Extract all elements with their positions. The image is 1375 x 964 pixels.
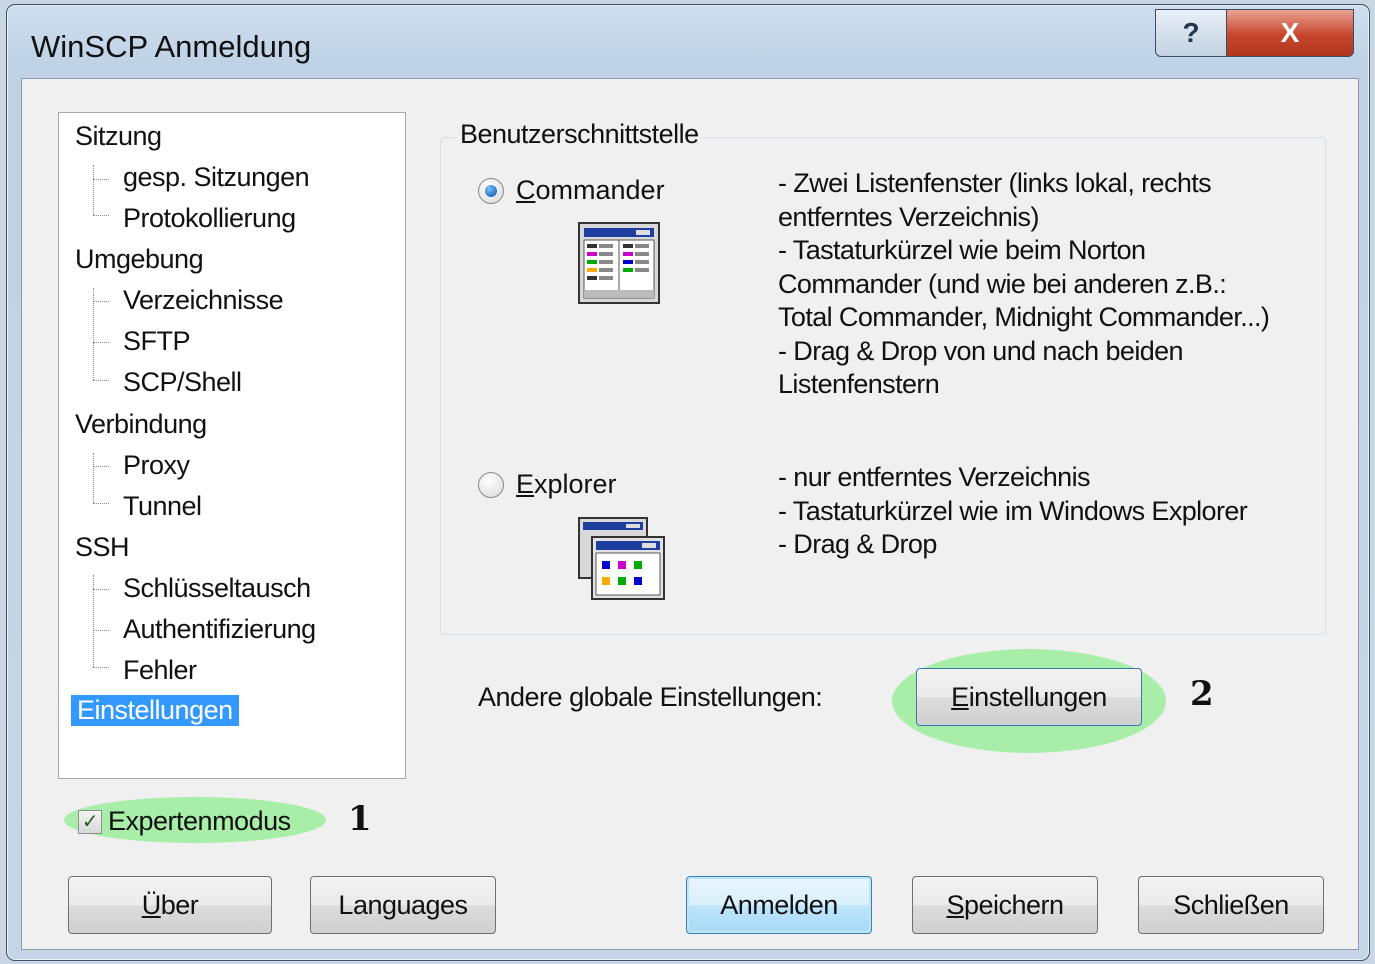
tree-item-einstellungen[interactable]: Einstellungen: [71, 695, 239, 726]
tree-item-authentifizierung[interactable]: Authentifizierung: [123, 614, 316, 645]
annotation-2: 2: [1190, 674, 1214, 714]
tree-connector: [93, 589, 109, 590]
tree-item-protokollierung[interactable]: Protokollierung: [123, 203, 296, 234]
tree-item-schluesseltausch[interactable]: Schlüsseltausch: [123, 573, 311, 604]
tree-item-tunnel[interactable]: Tunnel: [123, 491, 202, 522]
commander-radio[interactable]: Commander: [478, 175, 665, 206]
tree-item-scp-shell[interactable]: SCP/Shell: [123, 367, 242, 398]
tree-connector: [93, 342, 109, 343]
commander-interface-icon: [578, 222, 660, 304]
tree-connector: [93, 453, 94, 503]
close-button[interactable]: Schließen: [1138, 876, 1324, 934]
tree-connector: [93, 179, 109, 180]
radio-selected-dot: [485, 184, 497, 197]
explorer-description: - nur entferntes Verzeichnis - Tastaturk…: [778, 462, 1248, 559]
settings-tree[interactable]: Sitzung gesp. Sitzungen Protokollierung …: [58, 112, 406, 779]
tree-connector: [93, 165, 94, 215]
settings-button[interactable]: Einstellungen: [916, 668, 1142, 726]
tree-item-verzeichnisse[interactable]: Verzeichnisse: [123, 285, 284, 316]
save-button[interactable]: Speichern: [912, 876, 1098, 934]
window-title: WinSCP Anmeldung: [31, 29, 312, 64]
help-button[interactable]: ?: [1155, 9, 1227, 57]
tree-connector: [93, 466, 109, 467]
commander-label: Commander: [516, 175, 665, 205]
tree-item-fehler[interactable]: Fehler: [123, 655, 197, 686]
tree-item-ssh[interactable]: SSH: [75, 532, 130, 563]
dialog-client-area: Sitzung gesp. Sitzungen Protokollierung …: [21, 78, 1359, 950]
login-button[interactable]: Anmelden: [686, 876, 872, 934]
tree-connector: [93, 215, 109, 216]
expert-mode-checkbox[interactable]: ✓ Expertenmodus: [78, 806, 291, 837]
about-button[interactable]: Über: [68, 876, 272, 934]
dialog-window: WinSCP Anmeldung ? X Sitzung gesp. Sitzu…: [6, 4, 1370, 961]
tree-connector: [93, 503, 109, 504]
languages-button[interactable]: Languages: [310, 876, 496, 934]
tree-item-proxy[interactable]: Proxy: [123, 450, 190, 481]
interface-group-title: Benutzerschnittstelle: [456, 119, 703, 150]
commander-radio-button[interactable]: [478, 177, 504, 204]
tree-item-umgebung[interactable]: Umgebung: [75, 244, 204, 275]
close-window-button[interactable]: X: [1226, 9, 1354, 57]
tree-item-gesp-sitzungen[interactable]: gesp. Sitzungen: [123, 162, 310, 193]
explorer-label: Explorer: [516, 469, 617, 499]
tree-item-verbindung[interactable]: Verbindung: [75, 409, 207, 440]
tree-connector: [93, 667, 109, 668]
tree-connector: [93, 301, 109, 302]
explorer-radio-button[interactable]: [478, 471, 504, 498]
explorer-interface-icon: [578, 517, 665, 600]
global-settings-label: Andere globale Einstellungen:: [478, 682, 823, 712]
checkbox-checked-icon[interactable]: ✓: [78, 809, 102, 834]
tree-item-sitzung[interactable]: Sitzung: [75, 121, 162, 152]
expert-mode-label: Expertenmodus: [108, 806, 291, 836]
annotation-1: 1: [348, 799, 372, 839]
explorer-radio[interactable]: Explorer: [478, 469, 617, 500]
tree-connector: [93, 380, 109, 381]
tree-connector: [93, 630, 109, 631]
commander-description: - Zwei Listenfenster (links lokal, recht…: [778, 168, 1270, 399]
tree-item-sftp[interactable]: SFTP: [123, 326, 191, 357]
